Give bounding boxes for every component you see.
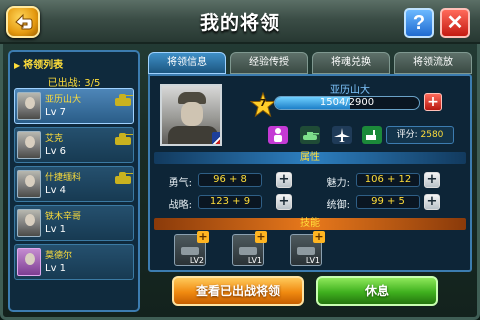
add-exp-button[interactable]: +: [424, 93, 442, 111]
deployed-tank-icon: [115, 172, 133, 184]
general-portrait: [160, 84, 222, 146]
artillery-icon: [239, 247, 257, 255]
deployed-tank-icon: [115, 133, 133, 145]
general-list-item[interactable]: 亚历山大 Lv 7: [14, 88, 134, 124]
skill-slot-3[interactable]: + LV1: [290, 230, 325, 266]
general-list-name: 铁木辛哥: [45, 212, 82, 222]
general-list-level: Lv 1: [45, 224, 67, 235]
attributes-header: 属性: [154, 152, 466, 164]
general-list-panel: ▶ 将领列表 已出战: 3/5 亚历山大 Lv 7 艾克 Lv 6 什捷缅科 Lv 4 铁木辛…: [8, 50, 140, 312]
general-list: 亚历山大 Lv 7 艾克 Lv 6 什捷缅科 Lv 4 铁木辛哥 Lv 1 莫德尔 Lv 1: [14, 88, 134, 283]
artillery-icon: [297, 247, 315, 255]
exp-text: 1504/2900: [319, 97, 375, 108]
deployed-count: 已出战: 3/5: [47, 78, 101, 89]
general-avatar: [17, 209, 41, 237]
rest-button[interactable]: 休息: [316, 276, 438, 306]
aircraft-icon: [332, 126, 352, 144]
general-avatar: [17, 170, 41, 198]
close-button[interactable]: ✕: [440, 8, 470, 38]
strategy-plus-button[interactable]: +: [276, 194, 292, 210]
command-value: 99 + 5: [356, 195, 420, 209]
skill-slot-2[interactable]: + LV1: [232, 230, 267, 266]
general-list-name: 什捷缅科: [45, 173, 82, 183]
tank-icon: [300, 126, 320, 144]
plus-icon: +: [313, 230, 325, 243]
skills-header: 技能: [154, 218, 466, 230]
general-list-level: Lv 1: [45, 263, 67, 274]
artillery-icon: [362, 126, 382, 144]
courage-plus-button[interactable]: +: [276, 172, 292, 188]
general-list-level: Lv 6: [45, 146, 67, 157]
infantry-icon: [268, 126, 288, 144]
general-list-title: ▶ 将领列表: [14, 60, 64, 71]
tab-exp-transfer[interactable]: 经验传授: [230, 52, 308, 74]
general-avatar: [17, 92, 41, 120]
help-button[interactable]: ?: [404, 8, 434, 38]
general-list-name: 艾克: [45, 134, 64, 144]
star-level: 7: [259, 98, 267, 109]
tank-icon: [181, 247, 199, 255]
general-list-item[interactable]: 什捷缅科 Lv 4: [14, 166, 134, 202]
tab-soul-exchange[interactable]: 将魂兑换: [312, 52, 390, 74]
tab-exile[interactable]: 将领流放: [394, 52, 472, 74]
general-list-item[interactable]: 铁木辛哥 Lv 1: [14, 205, 134, 241]
general-list-level: Lv 7: [45, 107, 67, 118]
general-avatar: [17, 248, 41, 276]
tab-bar: 将领信息 经验传授 将魂兑换 将领流放: [148, 52, 472, 74]
deployed-tank-icon: [115, 94, 133, 106]
title-bar: 我的将领 ? ✕: [0, 0, 480, 44]
general-list-name: 亚历山大: [45, 95, 82, 105]
triangle-icon: ▶: [14, 61, 21, 70]
view-deployed-button[interactable]: 查看已出战将领: [172, 276, 304, 306]
score-display: 评分: 2580: [386, 126, 454, 144]
command-plus-button[interactable]: +: [424, 194, 440, 210]
courage-value: 96 + 8: [198, 173, 262, 187]
general-avatar: [17, 131, 41, 159]
general-list-name: 莫德尔: [45, 251, 73, 261]
plus-icon: +: [197, 230, 209, 243]
exp-bar: 1504/2900: [274, 96, 420, 110]
general-list-item[interactable]: 莫德尔 Lv 1: [14, 244, 134, 280]
plus-icon: +: [255, 230, 267, 243]
skill-slot-1[interactable]: + LV2: [174, 230, 209, 266]
charm-value: 106 + 12: [356, 173, 420, 187]
charm-plus-button[interactable]: +: [424, 172, 440, 188]
general-list-item[interactable]: 艾克 Lv 6: [14, 127, 134, 163]
general-info-panel: 亚历山大 7 1504/2900 + 评分: 2580 属性 勇气: 96 + …: [148, 74, 472, 272]
uk-flag-icon: [212, 132, 220, 144]
strategy-value: 123 + 9: [198, 195, 262, 209]
tab-general-info[interactable]: 将领信息: [148, 52, 226, 74]
general-list-level: Lv 4: [45, 185, 67, 196]
